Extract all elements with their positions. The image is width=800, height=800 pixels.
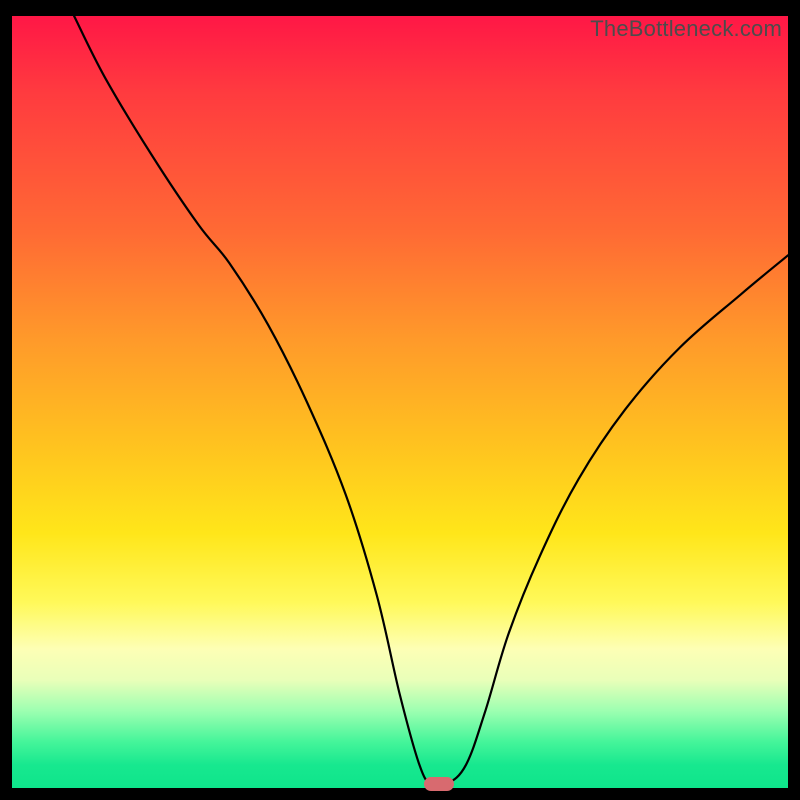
optimal-point-marker [424,777,454,791]
watermark-text: TheBottleneck.com [590,16,782,42]
chart-frame: TheBottleneck.com [12,16,788,788]
bottleneck-curve [12,16,788,788]
